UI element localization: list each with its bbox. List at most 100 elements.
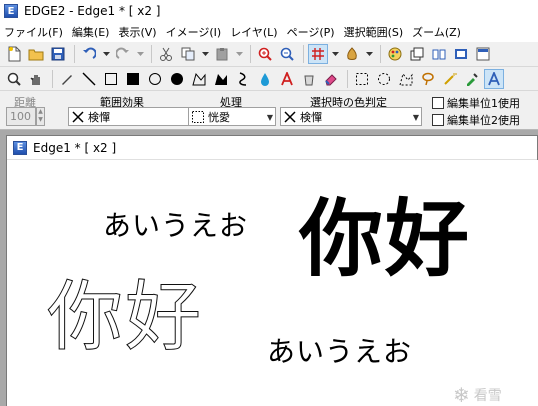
window-title: EDGE2 - Edge1 * [ x2 ] [24, 4, 161, 18]
menu-selection[interactable]: 選択範囲(S) [344, 24, 404, 40]
canvas-kanji-filled: 你好 [299, 190, 472, 288]
menu-zoom[interactable]: ズーム(Z) [412, 24, 461, 40]
paste-icon[interactable] [212, 44, 232, 64]
bucket-icon[interactable] [299, 69, 319, 89]
menu-edit[interactable]: 編集(E) [72, 24, 110, 40]
title-bar: E EDGE2 - Edge1 * [ x2 ] [0, 0, 538, 22]
document-title: Edge1 * [ x2 ] [33, 140, 117, 155]
document-title-bar[interactable]: E Edge1 * [ x2 ] [7, 136, 537, 160]
copy-dropdown-icon[interactable] [200, 44, 211, 64]
color-judge-value: 検憚 [300, 110, 322, 124]
polygon-outline-icon[interactable] [189, 69, 209, 89]
toolbar-separator [347, 69, 348, 88]
chevron-down-icon: ▼ [412, 113, 419, 122]
copy-icon[interactable] [178, 44, 198, 64]
processing-value: 恍愛 [208, 110, 230, 124]
select-ellipse-icon[interactable] [374, 69, 394, 89]
toolbar-separator [303, 45, 304, 63]
save-icon[interactable] [48, 44, 68, 64]
workspace: E Edge1 * [ x2 ] あいうえお 你好 你好 あいうえお ❄ 看雪 [0, 130, 538, 406]
curve-icon[interactable] [233, 69, 253, 89]
app-icon[interactable]: E [4, 4, 18, 18]
checkbox-box[interactable] [432, 114, 444, 126]
palette-icon[interactable] [385, 44, 405, 64]
line-icon[interactable] [79, 69, 99, 89]
edit-unit2-label: 編集単位2使用 [447, 114, 520, 127]
snowflake-icon: ❄ [453, 383, 470, 406]
book-icon[interactable] [429, 44, 449, 64]
app-icon-letter: E [7, 5, 15, 17]
onion-dropdown-icon[interactable] [364, 44, 375, 64]
new-file-icon[interactable] [4, 44, 24, 64]
distance-spinner[interactable]: ▲ ▼ [36, 107, 45, 126]
ellipse-outline-icon[interactable] [145, 69, 165, 89]
range-effect-select[interactable]: 検憚 ▼ [68, 107, 208, 126]
select-lasso-icon[interactable] [396, 69, 416, 89]
polygon-fill-icon[interactable] [211, 69, 231, 89]
menu-image[interactable]: イメージ(I) [166, 24, 222, 40]
pencil-icon[interactable] [57, 69, 77, 89]
paste-dropdown-icon[interactable] [234, 44, 245, 64]
redo-icon[interactable] [113, 44, 133, 64]
menu-bar: ファイル(F) 編集(E) 表示(V) イメージ(I) レイヤ(L) ページ(P… [0, 22, 538, 42]
onion-skin-icon[interactable] [342, 44, 362, 64]
edit-unit1-checkbox[interactable]: 編集単位1使用 [432, 95, 520, 111]
grid-dropdown-icon[interactable] [330, 44, 341, 64]
canvas-kana-top: あいうえお [103, 209, 249, 242]
color-judge-select[interactable]: 検憚 ▼ [280, 107, 422, 126]
zoom-in-icon[interactable] [255, 44, 275, 64]
range-effect-value: 検憚 [88, 110, 110, 124]
rect-outline-icon[interactable] [101, 69, 121, 89]
eyedropper-icon[interactable] [462, 69, 482, 89]
processing-select[interactable]: 恍愛 ▼ [188, 107, 276, 126]
canvas-kana-bottom: あいうえお [267, 335, 413, 368]
chevron-down-icon: ▼ [266, 113, 273, 122]
zoom-out-icon[interactable] [277, 44, 297, 64]
ellipse-fill-icon[interactable] [167, 69, 187, 89]
toolbar-separator [250, 45, 251, 63]
eraser-icon[interactable] [321, 69, 341, 89]
distance-value: 100 [10, 110, 31, 123]
toolbar-separator [151, 45, 152, 63]
redo-dropdown-icon[interactable] [135, 44, 146, 64]
text-tool-icon[interactable] [484, 68, 504, 89]
film-icon[interactable] [451, 44, 471, 64]
toolbar-separator [380, 45, 381, 63]
edit-unit2-checkbox[interactable]: 編集単位2使用 [432, 112, 520, 128]
toolbar-separator [52, 69, 53, 88]
document-icon-letter: E [16, 142, 24, 153]
drawing-canvas[interactable]: あいうえお 你好 你好 あいうえお ❄ 看雪 [7, 160, 538, 406]
grid-icon[interactable] [308, 44, 328, 64]
tools-toolbar [0, 67, 538, 91]
main-toolbar [0, 42, 538, 67]
edit-unit1-label: 編集単位1使用 [447, 97, 520, 110]
document-icon: E [13, 140, 27, 155]
rect-fill-icon[interactable] [123, 69, 143, 89]
undo-icon[interactable] [79, 44, 99, 64]
tool-options-bar: 距離 100 ▲▼ 範囲効果 検憚 ▼ 処理 恍愛 ▼ 選択時の色判定 検憚 ▼… [0, 91, 538, 130]
distance-input[interactable]: 100 [6, 107, 36, 126]
cut-icon[interactable] [156, 44, 176, 64]
layers-icon[interactable] [407, 44, 427, 64]
checkbox-box[interactable] [432, 97, 444, 109]
canvas-kanji-outline: 你好 [47, 272, 203, 362]
x-mark-icon [284, 110, 296, 123]
hand-icon[interactable] [26, 69, 46, 89]
select-freehand-icon[interactable] [418, 69, 438, 89]
undo-dropdown-icon[interactable] [101, 44, 112, 64]
select-rect-icon[interactable] [352, 69, 372, 89]
menu-view[interactable]: 表示(V) [118, 24, 156, 40]
dotted-square-icon [192, 110, 204, 123]
text-a-icon[interactable] [277, 69, 297, 89]
magic-wand-icon[interactable] [440, 69, 460, 89]
panel-icon[interactable] [473, 44, 493, 64]
x-mark-icon [72, 110, 84, 123]
menu-page[interactable]: ページ(P) [287, 24, 335, 40]
document-window[interactable]: E Edge1 * [ x2 ] あいうえお 你好 你好 あいうえお ❄ 看雪 [6, 135, 538, 406]
menu-layer[interactable]: レイヤ(L) [230, 24, 277, 40]
fill-drop-icon[interactable] [255, 69, 275, 89]
watermark-text: 看雪 [473, 388, 502, 404]
open-folder-icon[interactable] [26, 44, 46, 64]
menu-file[interactable]: ファイル(F) [4, 24, 63, 40]
magnifier-icon[interactable] [4, 69, 24, 89]
